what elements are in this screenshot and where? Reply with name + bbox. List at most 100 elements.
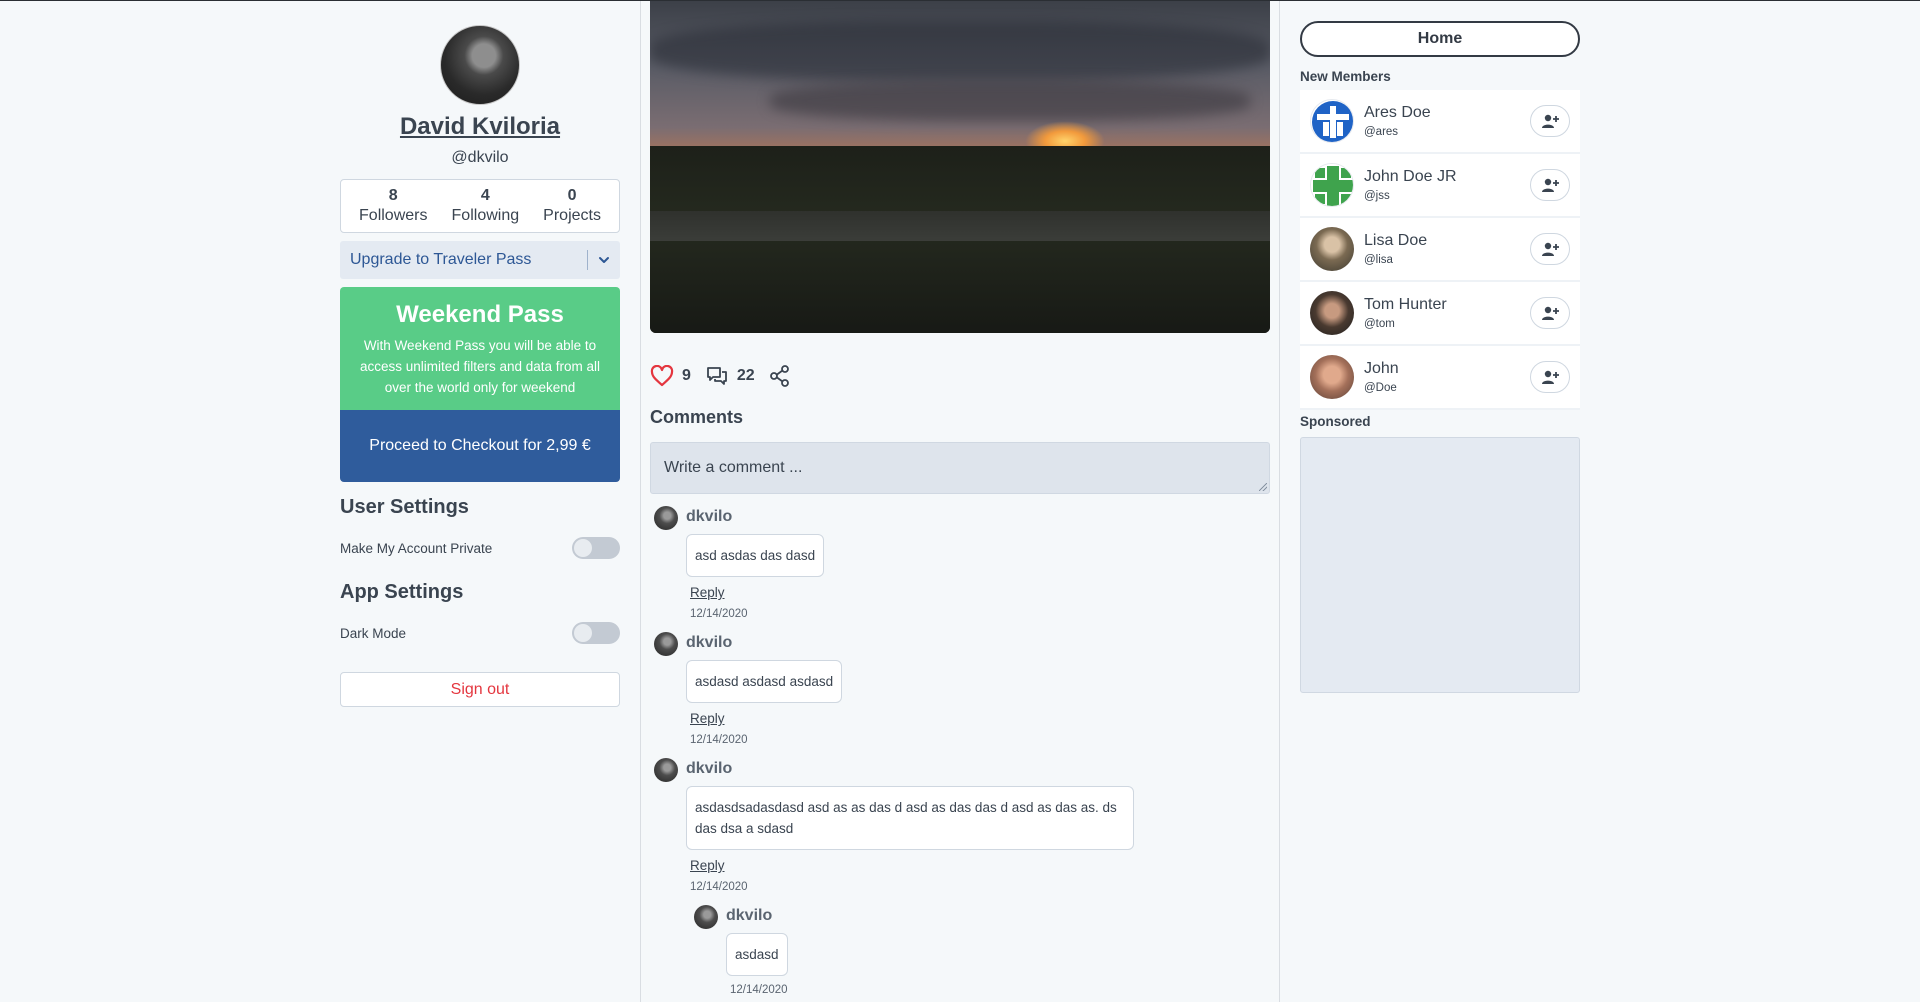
member-info: John Doe JR @jss: [1364, 168, 1530, 202]
add-user-icon: [1542, 370, 1559, 384]
heart-icon[interactable]: [650, 365, 674, 387]
comment-avatar[interactable]: [654, 506, 678, 530]
comment-date: 12/14/2020: [690, 881, 748, 893]
follow-user-button[interactable]: [1530, 233, 1570, 265]
member-name: John Doe JR: [1364, 168, 1457, 185]
add-user-icon: [1542, 306, 1559, 320]
private-account-toggle[interactable]: [572, 537, 620, 559]
follow-user-button[interactable]: [1530, 169, 1570, 201]
member-item[interactable]: Ares Doe @ares: [1300, 90, 1580, 154]
comment-count: 22: [736, 367, 755, 384]
reply-link[interactable]: Reply: [690, 711, 1270, 726]
member-info: Ares Doe @ares: [1364, 104, 1530, 138]
member-handle: @Doe: [1364, 382, 1397, 394]
member-handle: @tom: [1364, 318, 1395, 330]
left-column-divider: [640, 1, 641, 1002]
sign-out-button[interactable]: Sign out: [340, 672, 620, 707]
comments-icon[interactable]: [705, 365, 729, 387]
stat-label: Following: [451, 207, 520, 224]
member-avatar: [1310, 99, 1354, 143]
dark-mode-setting: Dark Mode: [340, 622, 620, 644]
sponsored-ad-slot[interactable]: [1300, 437, 1580, 693]
member-handle: @ares: [1364, 126, 1399, 138]
blue-cross-icon: [1312, 101, 1353, 142]
comment-text: asdasd asdasd asdasd: [686, 660, 843, 703]
comment-item: dkvilo asd asdas das dasd Reply 12/14/20…: [650, 506, 1270, 620]
image-cloud: [770, 81, 1250, 121]
new-members-list: Ares Doe @ares John Doe JR @jss Lisa Doe…: [1300, 90, 1580, 410]
comment-username[interactable]: dkvilo: [686, 506, 1270, 530]
stat-projects[interactable]: 0 Projects: [543, 187, 601, 225]
stat-label: Projects: [543, 207, 601, 224]
comment-avatar[interactable]: [694, 905, 718, 929]
member-info: Tom Hunter @tom: [1364, 296, 1530, 330]
private-account-label: Make My Account Private: [340, 540, 493, 556]
new-members-title: New Members: [1300, 69, 1391, 84]
stat-followers[interactable]: 8 Followers: [359, 187, 427, 225]
home-button[interactable]: Home: [1300, 21, 1580, 57]
member-name: Tom Hunter: [1364, 296, 1447, 313]
follow-user-button[interactable]: [1530, 297, 1570, 329]
member-item[interactable]: Tom Hunter @tom: [1300, 282, 1580, 346]
like-count: 9: [682, 367, 691, 384]
comment-item: dkvilo asdasdsadasdasd asd as as das d a…: [650, 758, 1270, 996]
comment-text: asdasdsadasdasd asd as as das d asd as d…: [686, 786, 1134, 850]
add-user-icon: [1542, 114, 1559, 128]
member-name: John: [1364, 360, 1399, 377]
nested-reply-item: dkvilo asdasd 12/14/2020: [690, 905, 1270, 996]
upgrade-select[interactable]: Upgrade to Traveler Pass: [340, 241, 620, 279]
image-cloud: [650, 21, 1270, 81]
comment-username[interactable]: dkvilo: [726, 905, 1270, 929]
comment-avatar[interactable]: [654, 632, 678, 656]
profile-sidebar: David Kviloria @dkvilo 8 Followers 4 Fol…: [340, 25, 620, 707]
follow-user-button[interactable]: [1530, 361, 1570, 393]
profile-handle: @dkvilo: [451, 149, 509, 166]
member-name: Lisa Doe: [1364, 232, 1428, 249]
right-sidebar: Home New Members Ares Doe @ares John Doe…: [1300, 21, 1580, 693]
comments-title: Comments: [650, 407, 744, 427]
follow-user-button[interactable]: [1530, 105, 1570, 137]
image-guardrail: [650, 211, 1270, 241]
stat-number: 4: [480, 187, 490, 204]
comment-item: dkvilo asdasd asdasd asdasd Reply 12/14/…: [650, 632, 1270, 746]
comment-text: asdasd: [726, 933, 788, 976]
member-info: Lisa Doe @lisa: [1364, 232, 1530, 266]
sponsored-title: Sponsored: [1300, 414, 1371, 429]
member-avatar: [1310, 163, 1354, 207]
comment-avatar[interactable]: [654, 758, 678, 782]
add-user-icon: [1542, 178, 1559, 192]
reply-link[interactable]: Reply: [690, 585, 1270, 600]
member-item[interactable]: John @Doe: [1300, 346, 1580, 410]
stat-label: Followers: [359, 207, 428, 224]
member-item[interactable]: John Doe JR @jss: [1300, 154, 1580, 218]
member-handle: @jss: [1364, 190, 1390, 202]
profile-avatar[interactable]: [440, 25, 520, 105]
comment-username[interactable]: dkvilo: [686, 632, 1270, 656]
member-item[interactable]: Lisa Doe @lisa: [1300, 218, 1580, 282]
post-detail: 9 22 Comments Write a comment ... dkvilo…: [650, 1, 1270, 996]
dark-mode-toggle[interactable]: [572, 622, 620, 644]
checkout-button[interactable]: Proceed to Checkout for 2,99 €: [340, 410, 620, 482]
dark-mode-label: Dark Mode: [340, 625, 407, 641]
pass-title: Weekend Pass: [396, 301, 564, 328]
comment-date: 12/14/2020: [690, 734, 748, 746]
reply-link[interactable]: Reply: [690, 858, 1270, 873]
post-image[interactable]: [650, 1, 1270, 333]
comment-text: asd asdas das dasd: [686, 534, 825, 577]
share-icon[interactable]: [769, 365, 791, 387]
user-settings-title: User Settings: [340, 496, 469, 518]
right-column-divider: [1279, 1, 1280, 1002]
profile-name[interactable]: David Kviloria: [340, 113, 620, 141]
stat-following[interactable]: 4 Following: [452, 187, 520, 225]
comment-input[interactable]: Write a comment ...: [650, 442, 1270, 494]
member-avatar: [1310, 291, 1354, 335]
weekend-pass-card: Weekend Pass With Weekend Pass you will …: [340, 287, 620, 482]
stat-number: 8: [388, 187, 398, 204]
comment-username[interactable]: dkvilo: [686, 758, 1270, 782]
comment-date: 12/14/2020: [690, 608, 748, 620]
stat-number: 0: [567, 187, 577, 204]
resize-handle-icon[interactable]: [1259, 483, 1267, 491]
upgrade-label: Upgrade to Traveler Pass: [350, 251, 532, 268]
member-avatar: [1310, 355, 1354, 399]
private-account-setting: Make My Account Private: [340, 537, 620, 559]
